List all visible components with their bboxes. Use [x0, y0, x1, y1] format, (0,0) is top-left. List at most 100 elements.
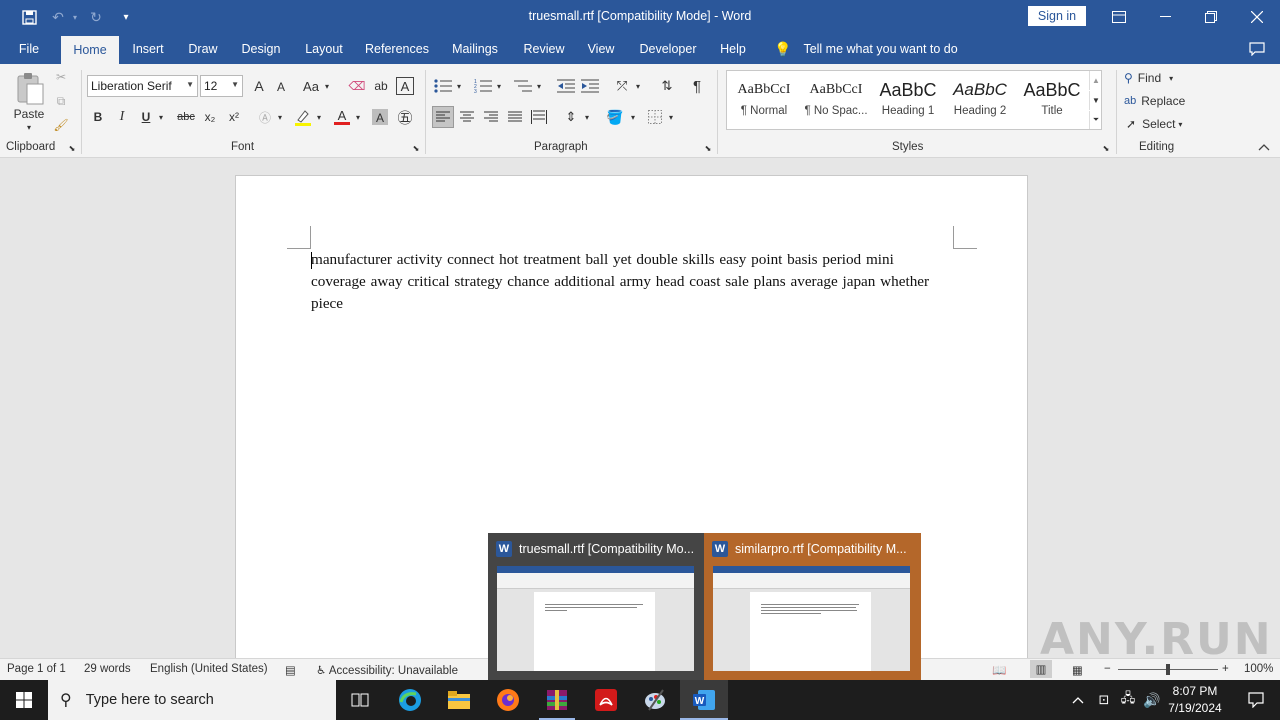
align-right-icon[interactable] — [480, 106, 502, 128]
read-mode-icon[interactable]: 📖 — [992, 663, 1006, 677]
tab-home[interactable]: Home — [61, 36, 119, 64]
show-hidden-icons-icon[interactable] — [1066, 680, 1090, 720]
shrink-font-button[interactable]: A — [272, 77, 290, 97]
task-view-icon[interactable] — [336, 680, 384, 720]
tab-file[interactable]: File — [8, 34, 50, 64]
tab-view[interactable]: View — [582, 34, 620, 64]
close-icon[interactable] — [1234, 0, 1280, 34]
paste-button[interactable]: Paste — [8, 106, 50, 122]
network-icon[interactable]: 🖧 — [1116, 680, 1140, 720]
tab-help[interactable]: Help — [714, 34, 752, 64]
paint-app-icon[interactable] — [631, 680, 679, 720]
show-formatting-marks-icon[interactable]: ¶ — [686, 75, 708, 97]
file-explorer-icon[interactable] — [435, 680, 483, 720]
italic-button[interactable]: I — [112, 106, 132, 128]
page-count[interactable]: Page 1 of 1 — [7, 663, 66, 675]
shading-icon[interactable]: 🪣 — [604, 106, 626, 128]
proofing-icon[interactable]: ▤ — [285, 663, 296, 677]
accessibility-status[interactable]: ♿ Accessibility: Unavailable — [316, 663, 458, 677]
taskbar-search-box[interactable]: ⚲ Type here to search — [48, 680, 336, 720]
notification-center-icon[interactable] — [1232, 680, 1280, 720]
winrar-icon[interactable] — [533, 680, 581, 720]
font-color-dropdown-icon[interactable]: ▾ — [353, 106, 363, 128]
bold-button[interactable]: B — [88, 106, 108, 128]
asian-layout-icon[interactable]: ⤱ — [611, 75, 633, 97]
find-button[interactable]: ⚲ Find ▾ — [1124, 69, 1173, 87]
web-layout-icon[interactable]: ▦ — [1072, 663, 1083, 677]
styles-more-icon[interactable]: ⏷ — [1089, 111, 1102, 129]
undo-icon[interactable]: ↶ — [48, 7, 68, 27]
restore-icon[interactable] — [1188, 0, 1234, 34]
cut-icon[interactable]: ✂ — [52, 68, 70, 86]
sort-icon[interactable]: ⇅ — [656, 75, 678, 97]
tab-design[interactable]: Design — [236, 34, 286, 64]
minimize-icon[interactable] — [1142, 0, 1188, 34]
volume-icon[interactable]: 🔊 — [1140, 680, 1164, 720]
document-body-text[interactable]: manufacturer activity connect hot treatm… — [311, 249, 941, 315]
underline-dropdown-icon[interactable]: ▾ — [156, 106, 166, 128]
font-family-select[interactable]: Liberation Serif ▼ — [87, 75, 198, 97]
sign-in-button[interactable]: Sign in — [1028, 6, 1086, 26]
align-left-icon[interactable] — [432, 106, 454, 128]
change-case-button[interactable]: Aa — [300, 75, 322, 97]
text-effects-dropdown-icon[interactable]: ▾ — [275, 106, 285, 128]
character-border-icon[interactable]: A — [395, 75, 415, 97]
format-painter-icon[interactable]: 🖌 — [52, 116, 70, 134]
line-spacing-dropdown-icon[interactable]: ▾ — [582, 106, 592, 128]
change-case-dropdown-icon[interactable]: ▾ — [322, 75, 332, 97]
undo-dropdown-icon[interactable]: ▾ — [70, 7, 80, 27]
borders-dropdown-icon[interactable]: ▾ — [666, 106, 676, 128]
save-icon[interactable] — [18, 7, 40, 27]
replace-button[interactable]: ab Replace — [1124, 92, 1185, 110]
tell-me-search[interactable]: 💡 Tell me what you want to do — [774, 34, 958, 64]
collapse-ribbon-icon[interactable] — [1256, 140, 1272, 154]
tab-developer[interactable]: Developer — [634, 34, 702, 64]
phonetic-guide-icon[interactable]: ab — [371, 75, 391, 97]
bullets-icon[interactable] — [432, 75, 454, 97]
styles-scroll-down-icon[interactable]: ▼ — [1089, 91, 1102, 110]
font-launcher-icon[interactable]: ⬊ — [410, 142, 422, 154]
firefox-icon[interactable] — [484, 680, 532, 720]
clipboard-launcher-icon[interactable]: ⬊ — [66, 142, 78, 154]
style-heading-2[interactable]: AaBbC Heading 2 — [944, 75, 1016, 127]
edge-icon[interactable] — [386, 680, 434, 720]
character-shading-icon[interactable]: A — [370, 106, 390, 128]
tab-layout[interactable]: Layout — [298, 34, 350, 64]
tab-mailings[interactable]: Mailings — [446, 34, 504, 64]
language-indicator[interactable]: English (United States) — [150, 663, 268, 675]
system-clock[interactable]: 8:07 PM 7/19/2024 — [1162, 683, 1228, 717]
windows-start-icon[interactable] — [0, 680, 48, 720]
thumbnail-similarpro[interactable]: W similarpro.rtf [Compatibility M... — [704, 533, 921, 680]
clear-formatting-icon[interactable]: ⌫ — [347, 75, 367, 97]
underline-button[interactable]: U — [136, 106, 156, 128]
justify-icon[interactable] — [504, 106, 526, 128]
subscript-button[interactable]: x₂ — [200, 106, 220, 128]
align-center-icon[interactable] — [456, 106, 478, 128]
numbering-dropdown-icon[interactable]: ▾ — [494, 75, 504, 97]
highlight-dropdown-icon[interactable]: ▾ — [314, 106, 324, 128]
redo-icon[interactable]: ↻ — [86, 7, 106, 27]
multilevel-list-icon[interactable] — [512, 75, 534, 97]
numbering-icon[interactable]: 123 — [472, 75, 494, 97]
paste-icon[interactable] — [12, 70, 48, 108]
onedrive-status-icon[interactable]: ⊡ — [1092, 680, 1116, 720]
font-size-select[interactable]: 12 ▼ — [200, 75, 243, 97]
line-spacing-icon[interactable]: ⇕ — [560, 106, 582, 128]
font-color-icon[interactable]: A — [331, 106, 353, 128]
paragraph-launcher-icon[interactable]: ⬊ — [702, 142, 714, 154]
grow-font-button[interactable]: A — [249, 75, 269, 97]
style-title[interactable]: AaBbC Title — [1016, 75, 1088, 127]
increase-indent-icon[interactable] — [579, 75, 601, 97]
shading-dropdown-icon[interactable]: ▾ — [628, 106, 638, 128]
tab-review[interactable]: Review — [518, 34, 570, 64]
multilevel-list-dropdown-icon[interactable]: ▾ — [534, 75, 544, 97]
style-normal[interactable]: AaBbCcI ¶ Normal — [728, 75, 800, 127]
text-effects-icon[interactable]: Ⓐ — [255, 106, 275, 128]
select-button[interactable]: ➚ Select ▾ — [1126, 115, 1182, 133]
borders-icon[interactable] — [644, 106, 666, 128]
tab-insert[interactable]: Insert — [126, 34, 170, 64]
tab-draw[interactable]: Draw — [182, 34, 224, 64]
tab-references[interactable]: References — [362, 34, 432, 64]
comments-icon[interactable] — [1240, 34, 1274, 64]
highlight-icon[interactable] — [292, 106, 314, 128]
